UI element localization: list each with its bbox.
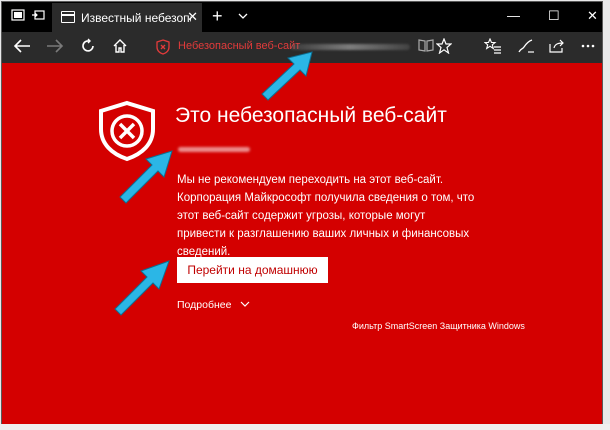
set-aside-tabs-icon[interactable] bbox=[30, 9, 46, 25]
annotation-arrow-icon bbox=[119, 150, 173, 204]
forward-icon[interactable] bbox=[45, 38, 65, 59]
unsafe-shield-icon bbox=[156, 39, 170, 55]
smartscreen-warning-page: Это небезопасный веб-сайт Мы не рекоменд… bbox=[2, 63, 602, 425]
favorites-hub-icon[interactable] bbox=[483, 37, 503, 59]
more-icon[interactable] bbox=[578, 38, 598, 59]
pen-icon[interactable] bbox=[516, 38, 536, 59]
share-icon[interactable] bbox=[547, 38, 567, 59]
tab-active[interactable]: Известный небезопасн ✕ bbox=[52, 3, 202, 32]
tab-close-icon[interactable]: ✕ bbox=[187, 9, 198, 25]
warning-description: Мы не рекомендуем переходить на этот веб… bbox=[177, 174, 475, 258]
browser-window: Известный небезопасн ✕ + — ☐ ✕ bbox=[0, 0, 610, 430]
browser-frame: Известный небезопасн ✕ + — ☐ ✕ bbox=[1, 1, 603, 425]
back-icon[interactable] bbox=[12, 38, 32, 59]
more-details-label: Подробнее bbox=[177, 299, 232, 311]
reading-view-icon[interactable] bbox=[418, 38, 434, 55]
maximize-button[interactable]: ☐ bbox=[548, 8, 560, 24]
go-home-button[interactable]: Перейти на домашнюю bbox=[177, 257, 328, 283]
favorite-star-icon[interactable] bbox=[434, 37, 454, 59]
more-details-link[interactable]: Подробнее bbox=[177, 299, 250, 311]
window-shadow bbox=[0, 424, 610, 430]
annotation-arrow-icon bbox=[114, 260, 170, 316]
annotation-arrow-icon bbox=[261, 51, 313, 101]
chevron-down-icon[interactable] bbox=[238, 9, 248, 23]
smartscreen-footer: Фильтр SmartScreen Защитника Windows bbox=[352, 321, 525, 331]
tab-title: Известный небезопасн bbox=[81, 11, 191, 25]
tab-bar: Известный небезопасн ✕ + — ☐ ✕ bbox=[2, 2, 602, 32]
close-window-button[interactable]: ✕ bbox=[587, 8, 598, 24]
page-icon bbox=[61, 11, 75, 23]
tab-preview-icon[interactable] bbox=[10, 9, 26, 25]
page-title: Это небезопасный веб-сайт bbox=[175, 104, 447, 127]
new-tab-button[interactable]: + bbox=[212, 7, 223, 25]
refresh-icon[interactable] bbox=[78, 38, 98, 59]
minimize-button[interactable]: — bbox=[507, 8, 520, 23]
home-icon[interactable] bbox=[110, 38, 130, 59]
blurred-site-url bbox=[178, 147, 250, 152]
chevron-down-icon bbox=[240, 300, 250, 311]
